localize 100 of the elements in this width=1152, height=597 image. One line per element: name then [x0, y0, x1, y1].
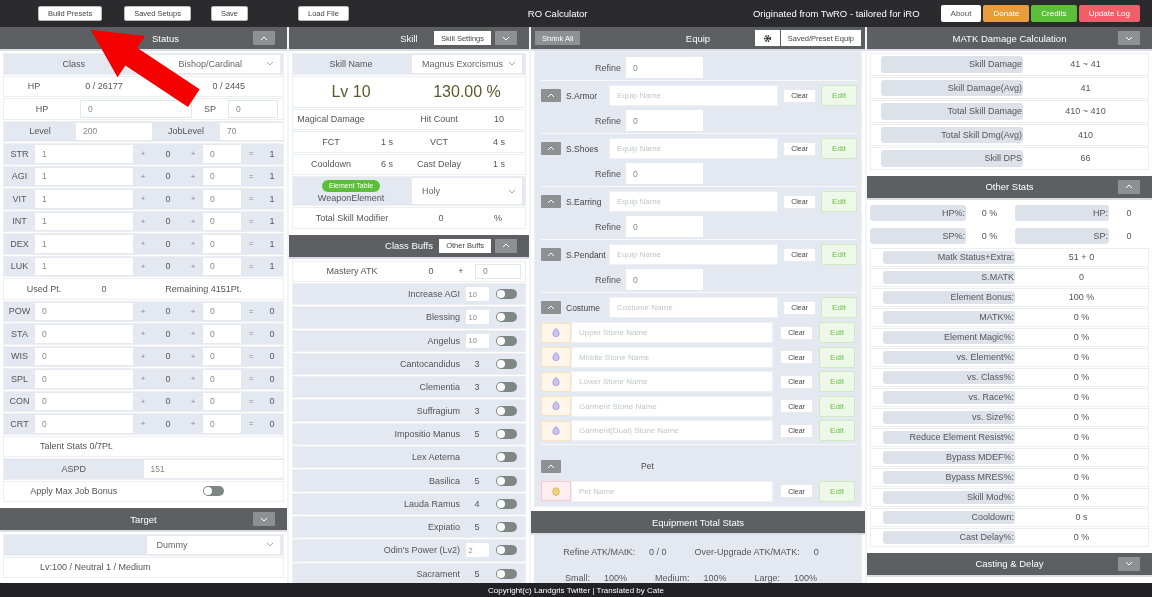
collapse-button[interactable] [541, 142, 561, 155]
toggle-label: Apply Max Job Bonus [29, 485, 119, 499]
field-value: 4 s [493, 136, 505, 147]
toggle-switch[interactable] [496, 545, 517, 556]
buff-name: Clementia [419, 382, 460, 393]
field-label: Magical Damage [297, 114, 365, 125]
toggle-switch[interactable] [496, 335, 517, 346]
unit-label: % [493, 211, 503, 225]
toggle-switch[interactable] [496, 568, 517, 579]
stat-value: 0 % [1072, 391, 1091, 404]
collapse-button[interactable] [541, 89, 561, 102]
toggle-switch[interactable] [496, 498, 517, 509]
collapse-button[interactable] [1118, 179, 1140, 194]
toggle-switch[interactable] [496, 522, 517, 533]
panel-title: Casting & Delay [975, 558, 1044, 569]
stat-label: SP: [1015, 227, 1109, 244]
toggle-switch[interactable] [202, 486, 224, 497]
edit-button[interactable]: Edit [819, 420, 855, 442]
edit-button[interactable]: Edit [821, 191, 857, 212]
edit-button[interactable]: Edit [819, 395, 855, 417]
stat-label: Reduce Element Resist%: [883, 430, 1015, 444]
caret-icon [502, 243, 510, 248]
edit-button[interactable]: Edit [819, 480, 855, 502]
edit-button[interactable]: Edit [819, 322, 855, 344]
refine-field[interactable]: 0 [626, 269, 703, 290]
stat-value: 0 [813, 547, 819, 557]
nav-button[interactable]: Credits [1031, 5, 1077, 22]
buff-name: Basilica [429, 475, 460, 486]
settings-button[interactable] [754, 30, 780, 46]
input-field[interactable]: 0 [228, 100, 278, 118]
stat-label: Element Magic%: [883, 330, 1015, 344]
edit-button[interactable]: Edit [819, 346, 855, 368]
stat-value: 100% [703, 573, 727, 583]
buff-name: Lauda Ramus [403, 498, 460, 509]
edit-button[interactable]: Edit [821, 85, 857, 106]
collapse-button[interactable] [541, 301, 561, 314]
refine-field[interactable]: 0 [626, 216, 703, 237]
buff-level: 3 [474, 382, 480, 393]
toggle-switch[interactable] [496, 428, 517, 439]
refine-field[interactable]: 0 [626, 163, 703, 184]
toggle-switch[interactable] [496, 405, 517, 416]
edit-button[interactable]: Edit [821, 297, 857, 318]
panel-title: Class Buffs [385, 240, 433, 251]
field-label: Refine [594, 274, 622, 285]
collapse-button[interactable] [1118, 556, 1140, 571]
caret-icon [547, 305, 555, 310]
sp-value: 0 / 2445 [212, 80, 245, 94]
result-label: Total Skill Dmg(Avg) [881, 126, 1023, 143]
field-label: Refine [594, 221, 622, 232]
refine-field[interactable]: 0 [626, 110, 703, 131]
hp-value: 0 / 26177 [84, 80, 124, 94]
stat-label: Cast Delay%: [883, 530, 1015, 544]
slot-label: S.Armor [566, 90, 599, 101]
toggle-switch[interactable] [496, 452, 517, 463]
nav-button[interactable]: About [940, 5, 982, 22]
buff-level: 5 [474, 475, 480, 486]
stat-label: Matk Status+Extra: [883, 250, 1015, 264]
result-label: Skill Damage [881, 56, 1023, 73]
input-field[interactable]: 0 [80, 100, 192, 118]
toggle-switch[interactable] [496, 312, 517, 323]
field-label: Hit Count [420, 114, 458, 125]
result-label: Skill Damage(Avg) [881, 79, 1023, 96]
stat-value: 0 [1078, 271, 1085, 284]
stat-value: 0 % [1072, 331, 1091, 344]
collapse-button[interactable] [495, 238, 517, 253]
copyright-text: Copyright(c) Landgris Twitter | Translated by Cate [488, 585, 664, 595]
stat-value: 0 % [1072, 531, 1091, 544]
toggle-switch[interactable] [496, 475, 517, 486]
edit-button[interactable]: Edit [819, 371, 855, 393]
collapse-button[interactable] [541, 195, 561, 208]
buff-name: Cantocandidus [399, 359, 460, 370]
field-value: 6 s [381, 159, 393, 170]
stat-value: 0 % [1072, 451, 1091, 464]
collapse-button[interactable] [541, 459, 561, 473]
toggle-switch[interactable] [496, 359, 517, 370]
nav-button[interactable]: Donate [983, 5, 1030, 22]
toggle-switch[interactable] [496, 289, 517, 300]
slot-label: Pet [641, 461, 654, 471]
tagline: Originated from TwRO - tailored for iRO [752, 8, 920, 19]
buff-level: 3 [474, 359, 480, 370]
caret-icon [1125, 561, 1133, 566]
toggle-switch[interactable] [496, 382, 517, 393]
caret-icon [547, 252, 555, 257]
caret-icon [260, 516, 268, 522]
nav-button[interactable]: Update Log [1078, 5, 1140, 22]
caret-icon [547, 93, 555, 98]
gem-icon [541, 420, 571, 441]
field-label: HP [34, 102, 50, 116]
stat-label: Bypass MDEF%: [883, 450, 1015, 464]
stat-value: 0 % [1072, 411, 1091, 424]
edit-button[interactable]: Edit [821, 244, 857, 265]
input-field[interactable]: 0 [475, 263, 521, 279]
field-value: 0 [427, 265, 435, 279]
buff-name: Blessing [425, 312, 460, 323]
collapse-button[interactable] [541, 248, 561, 261]
stat-label: Bypass MRES%: [883, 470, 1015, 484]
edit-button[interactable]: Edit [821, 138, 857, 159]
field-label: SP [203, 102, 217, 116]
refine-field[interactable]: 0 [626, 57, 703, 78]
field-label: Total Skill Modifier [314, 211, 390, 225]
